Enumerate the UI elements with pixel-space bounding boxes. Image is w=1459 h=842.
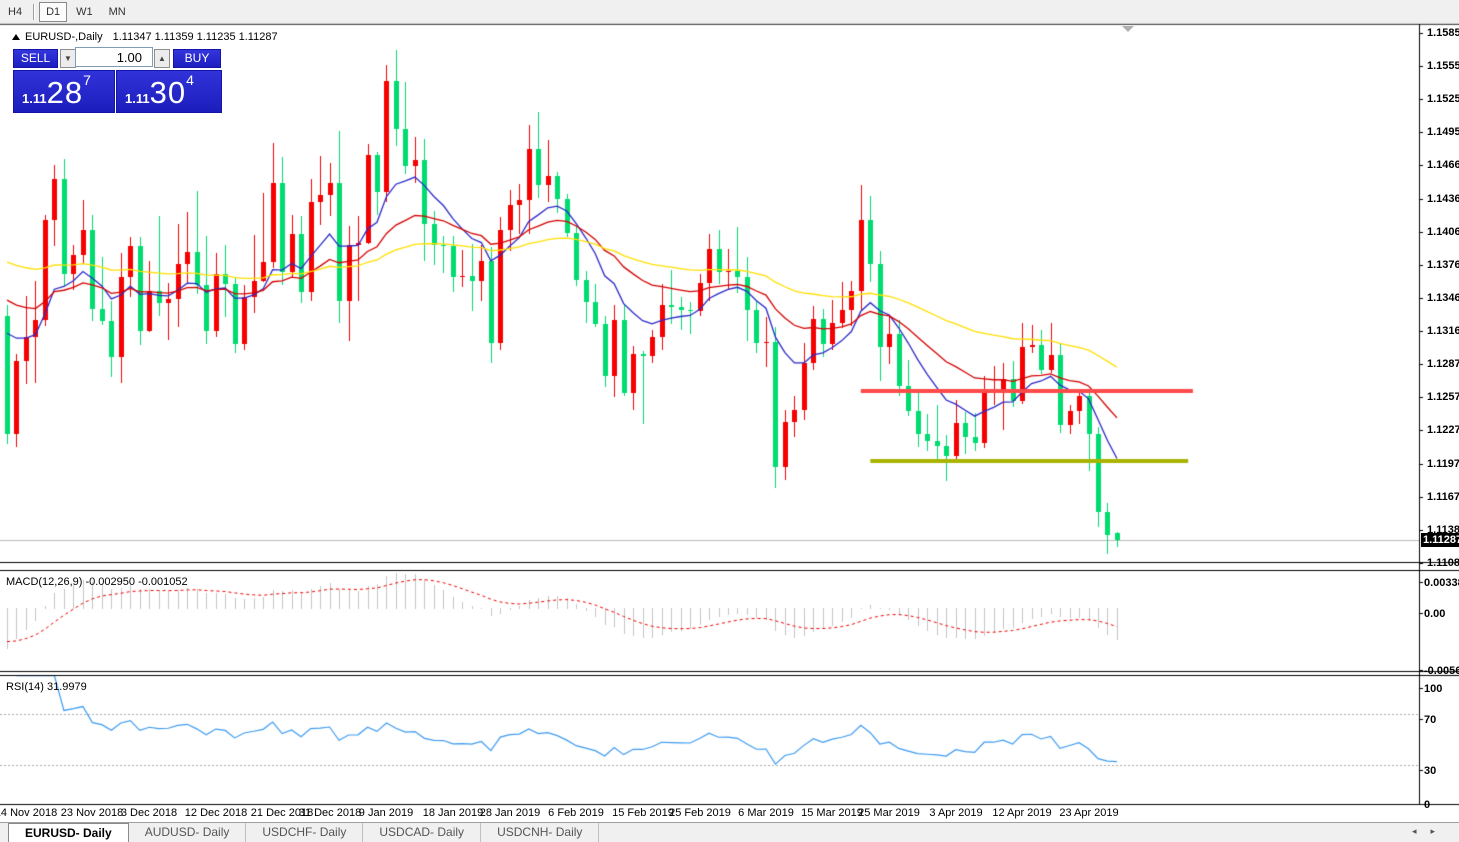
buy-price-prefix: 1.11 [125,91,150,106]
volume-increase-button[interactable]: ▲ [154,49,170,68]
trading-terminal-window: H4 D1 W1 MN EURUSD-,Daily1.11347 1.11359… [0,0,1459,842]
symbol-period-label: EURUSD-,Daily [25,31,103,43]
buy-price-button[interactable]: 1.11304 [116,70,222,113]
ohlc-values: 1.11347 1.11359 1.11235 1.11287 [113,31,278,43]
buy-price-big-digits: 30 [150,75,186,110]
collapse-triangle-icon[interactable] [12,34,20,40]
sell-price-button[interactable]: 1.11287 [13,70,115,113]
one-click-trade-panel: SELL ▼ 1.00 ▲ BUY 1.11287 1.11304 [8,46,224,112]
buy-price-pipette: 4 [186,72,194,88]
sell-price-prefix: 1.11 [22,91,47,106]
sell-price-pipette: 7 [83,72,91,88]
sell-price-big-digits: 28 [47,75,83,110]
volume-decrease-button[interactable]: ▼ [60,49,76,68]
sell-button[interactable]: SELL [13,49,58,68]
buy-button[interactable]: BUY [173,49,221,68]
chart-title: EURUSD-,Daily 1.11347 1.11359 1.11235 1.1… [12,31,278,43]
volume-input[interactable]: 1.00 [75,47,153,67]
price-chart-canvas[interactable] [0,0,1459,842]
